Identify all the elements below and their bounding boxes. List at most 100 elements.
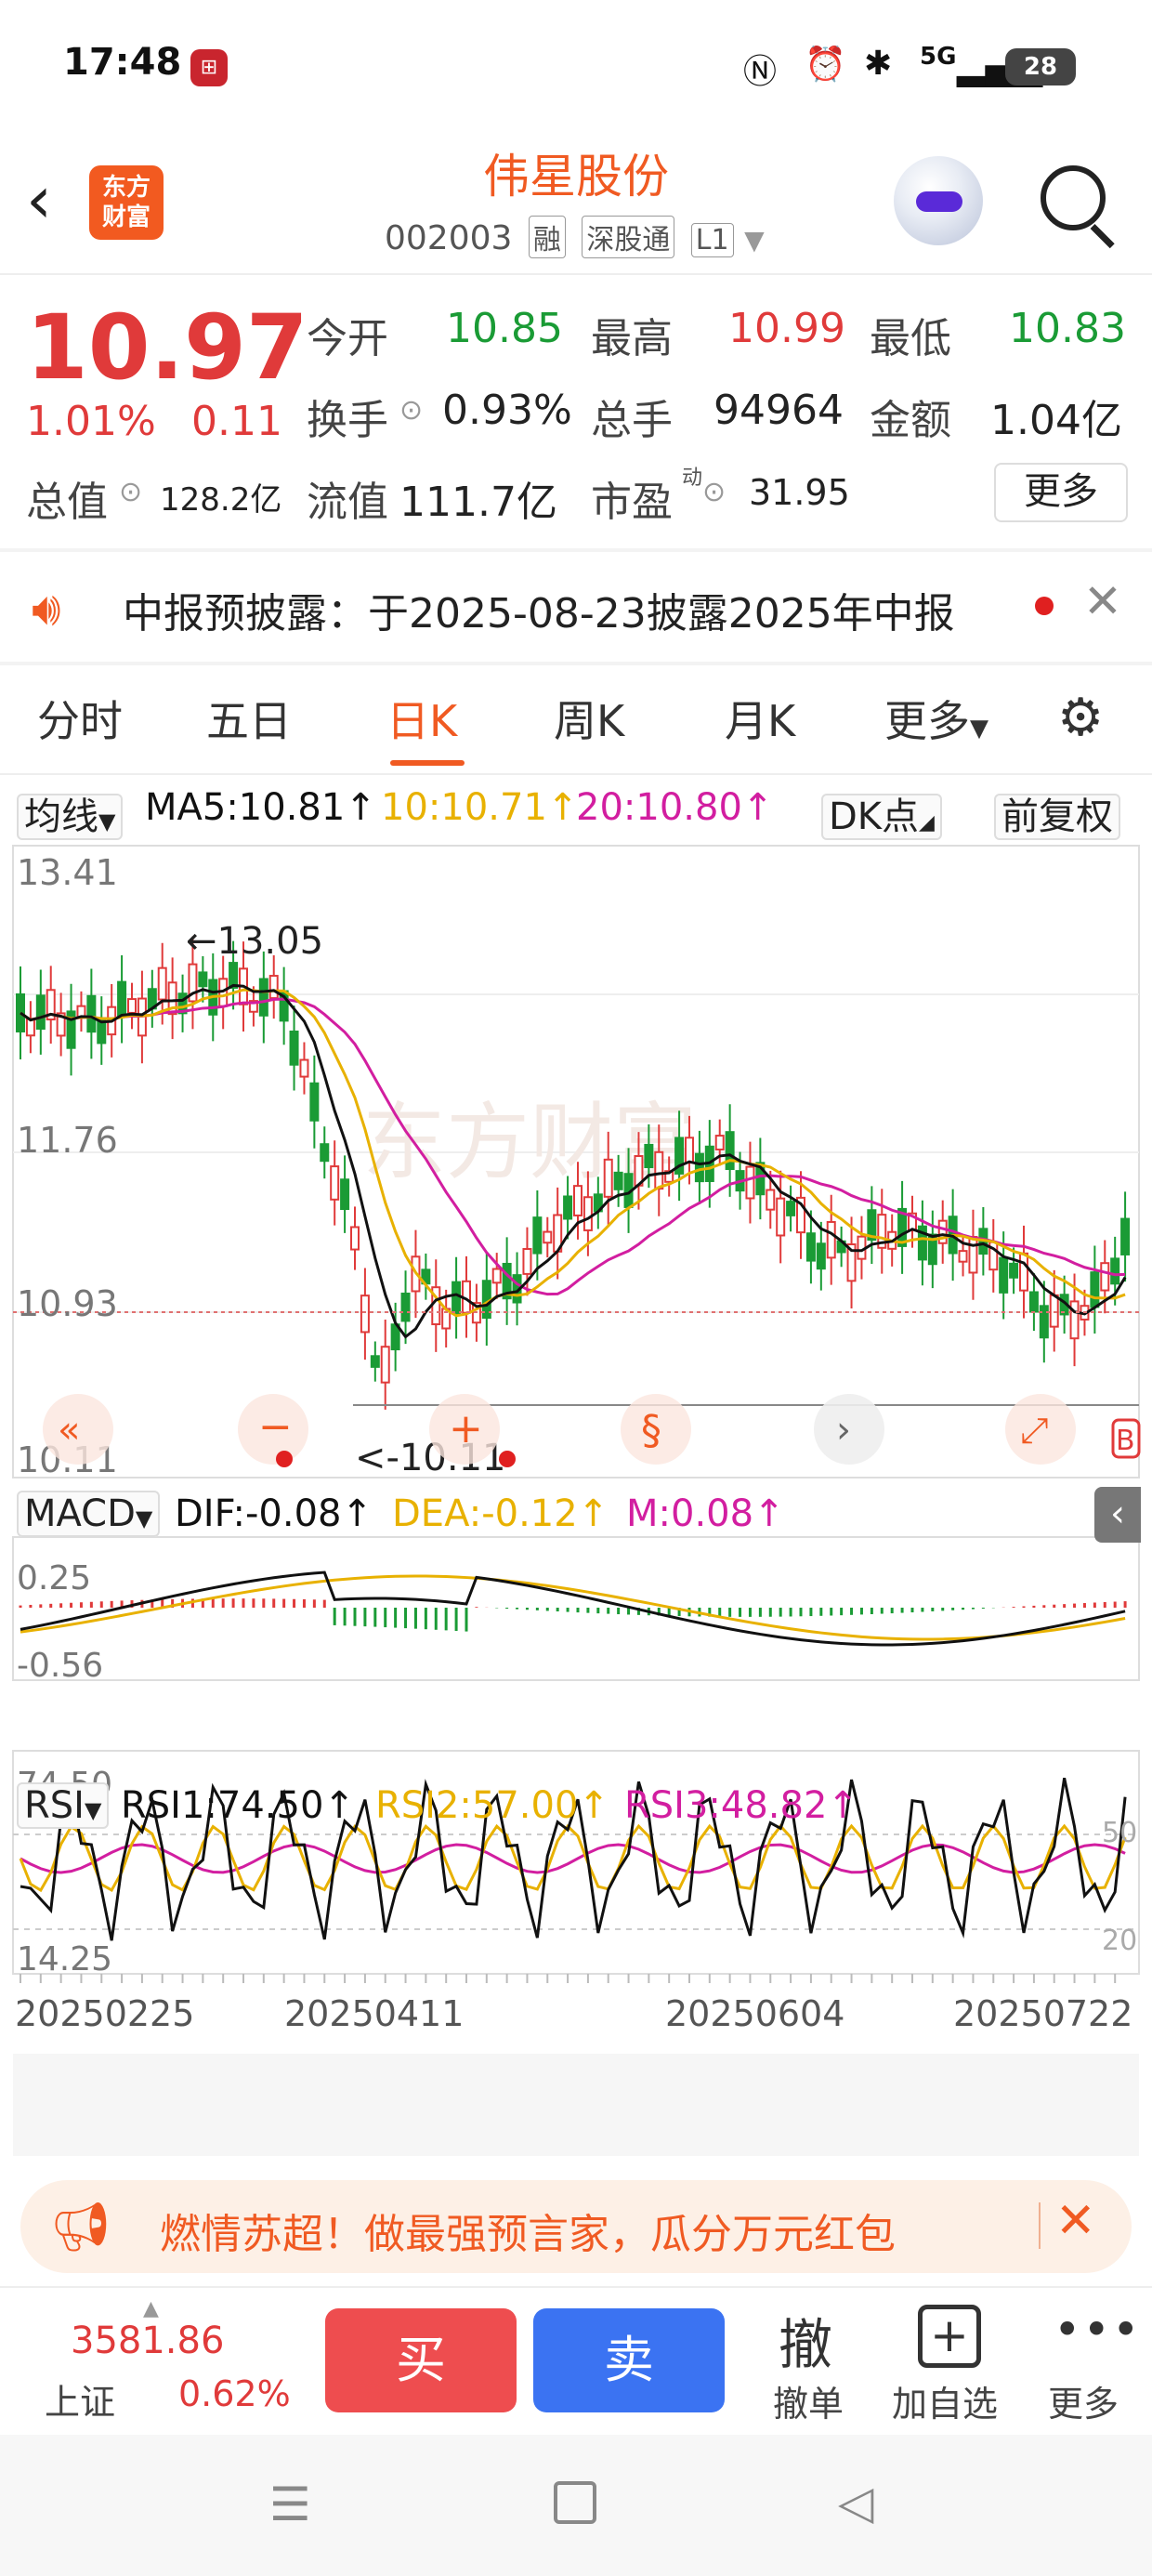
rsi-selector[interactable]: RSI▼ [17, 1782, 110, 1829]
candle-body [370, 1355, 380, 1368]
adjust-label: 前复权 [994, 794, 1120, 840]
robot-eyes-icon [916, 191, 962, 212]
high-annotation: ←13.05 [186, 920, 323, 963]
tab-monthly-k[interactable]: 月K [725, 688, 795, 749]
menu-nav-icon[interactable]: ☰ [269, 2477, 311, 2531]
rsi-label-50: 50 [1102, 1817, 1137, 1849]
candle-body [299, 1058, 309, 1078]
tab-weekly-k[interactable]: 周K [554, 688, 624, 749]
mktcap-label: 总值 [26, 479, 108, 526]
buy-button[interactable]: 买 [325, 2308, 517, 2412]
tag-margin: 融 [528, 216, 566, 258]
volume-value: 94964 [713, 387, 844, 434]
zoom-out-button[interactable]: − [238, 1394, 308, 1467]
index-name: 上证 [45, 2382, 116, 2423]
promo-text: 燃情苏超！做最强预言家，瓜分万元红包 [160, 2211, 896, 2258]
close-promo-icon[interactable]: ✕ [1055, 2193, 1096, 2249]
tab-more[interactable]: 更多▼ [884, 688, 988, 749]
stock-code-row[interactable]: 002003 融 深股通 L1 ▼ [385, 216, 765, 258]
macd-panel-frame [12, 1536, 1140, 1681]
gear-icon[interactable]: ⚙ [1057, 688, 1104, 748]
cancel-order-icon[interactable]: 撤 [779, 2301, 832, 2379]
x-date-2: 20250411 [284, 1993, 464, 2034]
expand-up-icon[interactable]: ▲ [143, 2297, 159, 2320]
home-nav-icon[interactable] [554, 2481, 596, 2524]
unread-dot [1035, 597, 1054, 615]
candle-body [35, 994, 46, 1031]
pe-dynamic-mark: 动 [682, 467, 703, 490]
pe-label: 市盈 [591, 479, 673, 526]
logo-text-2: 财富 [101, 204, 151, 231]
tab-daily-k[interactable]: 日K [386, 688, 457, 749]
ma-selector-label: 均线 [24, 795, 98, 838]
change-percent: 1.01% [26, 398, 156, 445]
rsi2-line [19, 1823, 1127, 1893]
candle-body [400, 1292, 411, 1322]
candle-body [654, 1150, 664, 1190]
add-favorite-icon[interactable]: + [918, 2305, 981, 2368]
cancel-order-label[interactable]: 撤单 [773, 2375, 844, 2426]
rsi-label-20: 20 [1102, 1925, 1137, 1957]
candle-body [452, 1281, 462, 1315]
tag-level: L1 [690, 223, 734, 257]
back-nav-icon[interactable]: ◁ [838, 2476, 873, 2530]
amount-label: 金额 [870, 397, 951, 444]
more-quote-button[interactable]: 更多 [994, 463, 1128, 522]
low-value: 10.83 [1009, 305, 1126, 352]
info-icon[interactable]: ⊙ [119, 476, 142, 508]
add-favorite-label[interactable]: 加自选 [892, 2375, 998, 2426]
sell-button[interactable]: 卖 [533, 2308, 725, 2412]
info-icon[interactable]: ⊙ [399, 394, 423, 427]
more-label[interactable]: 更多 [1048, 2375, 1119, 2426]
adjust-selector[interactable]: 前复权 [994, 786, 1120, 840]
turnover-label: 换手 [307, 397, 388, 444]
amount-value: 1.04亿 [990, 397, 1122, 444]
indicator-toggle-button[interactable]: § [621, 1394, 691, 1465]
macd-selector[interactable]: MACD▼ [17, 1491, 161, 1537]
svg-text:«: « [58, 1409, 80, 1452]
candle-body [127, 998, 137, 1014]
dif-value: DIF:-0.08↑ [175, 1492, 373, 1535]
svg-text:+: + [449, 1405, 483, 1452]
candle-body [117, 980, 127, 1018]
candle-body [573, 1185, 583, 1216]
candle-body [766, 1189, 776, 1211]
collapse-panel-button[interactable]: ‹ [1094, 1487, 1141, 1543]
buy-signal-marker[interactable]: B [1111, 1418, 1141, 1459]
search-icon[interactable] [1041, 165, 1106, 230]
float-label: 流值 [307, 479, 388, 526]
dk-point-selector[interactable]: DK点◢ [821, 786, 942, 840]
index-value[interactable]: 3581.86 [71, 2320, 224, 2362]
notice-text: 中报预披露：于2025-08-23披露2025年中报 [123, 590, 955, 637]
candle-body [603, 1158, 613, 1198]
time-axis-ticks [20, 1974, 1117, 1983]
scroll-right-button[interactable]: › [814, 1394, 884, 1465]
current-price: 10.97 [26, 296, 308, 400]
notification-app-icon: ⊞ [190, 49, 228, 86]
rsi3-line [20, 1843, 1126, 1874]
dropdown-icon: ▼ [98, 808, 116, 835]
candle-body [360, 1295, 370, 1334]
dea-value: DEA:-0.12↑ [392, 1492, 609, 1535]
nfc-icon: Ⓝ [743, 53, 778, 91]
candle-body [613, 1171, 623, 1190]
tab-intraday[interactable]: 分时 [37, 688, 123, 749]
fullscreen-icon[interactable]: ⤢ [1005, 1394, 1076, 1465]
svg-text:›: › [836, 1409, 851, 1452]
tab-five-day[interactable]: 五日 [206, 688, 292, 749]
close-notice-icon[interactable]: ✕ [1083, 574, 1122, 628]
candle-body [776, 1197, 786, 1237]
battery-icon: 28 [1005, 48, 1076, 85]
dropdown-icon: ▼ [744, 225, 765, 256]
y-label-3: 10.93 [17, 1283, 118, 1324]
scroll-left-button[interactable]: « [43, 1394, 113, 1465]
candle-body [1039, 1305, 1049, 1339]
info-icon[interactable]: ⊙ [702, 476, 726, 508]
ma-selector[interactable]: 均线▼ [17, 786, 124, 840]
more-icon[interactable]: ••• [1054, 2303, 1141, 2357]
candle-body [714, 1135, 725, 1150]
turnover-value: 0.93% [442, 387, 572, 434]
stock-code: 002003 [385, 219, 513, 257]
candle-body [522, 1248, 532, 1275]
dropdown-icon: ▼ [135, 1505, 153, 1531]
